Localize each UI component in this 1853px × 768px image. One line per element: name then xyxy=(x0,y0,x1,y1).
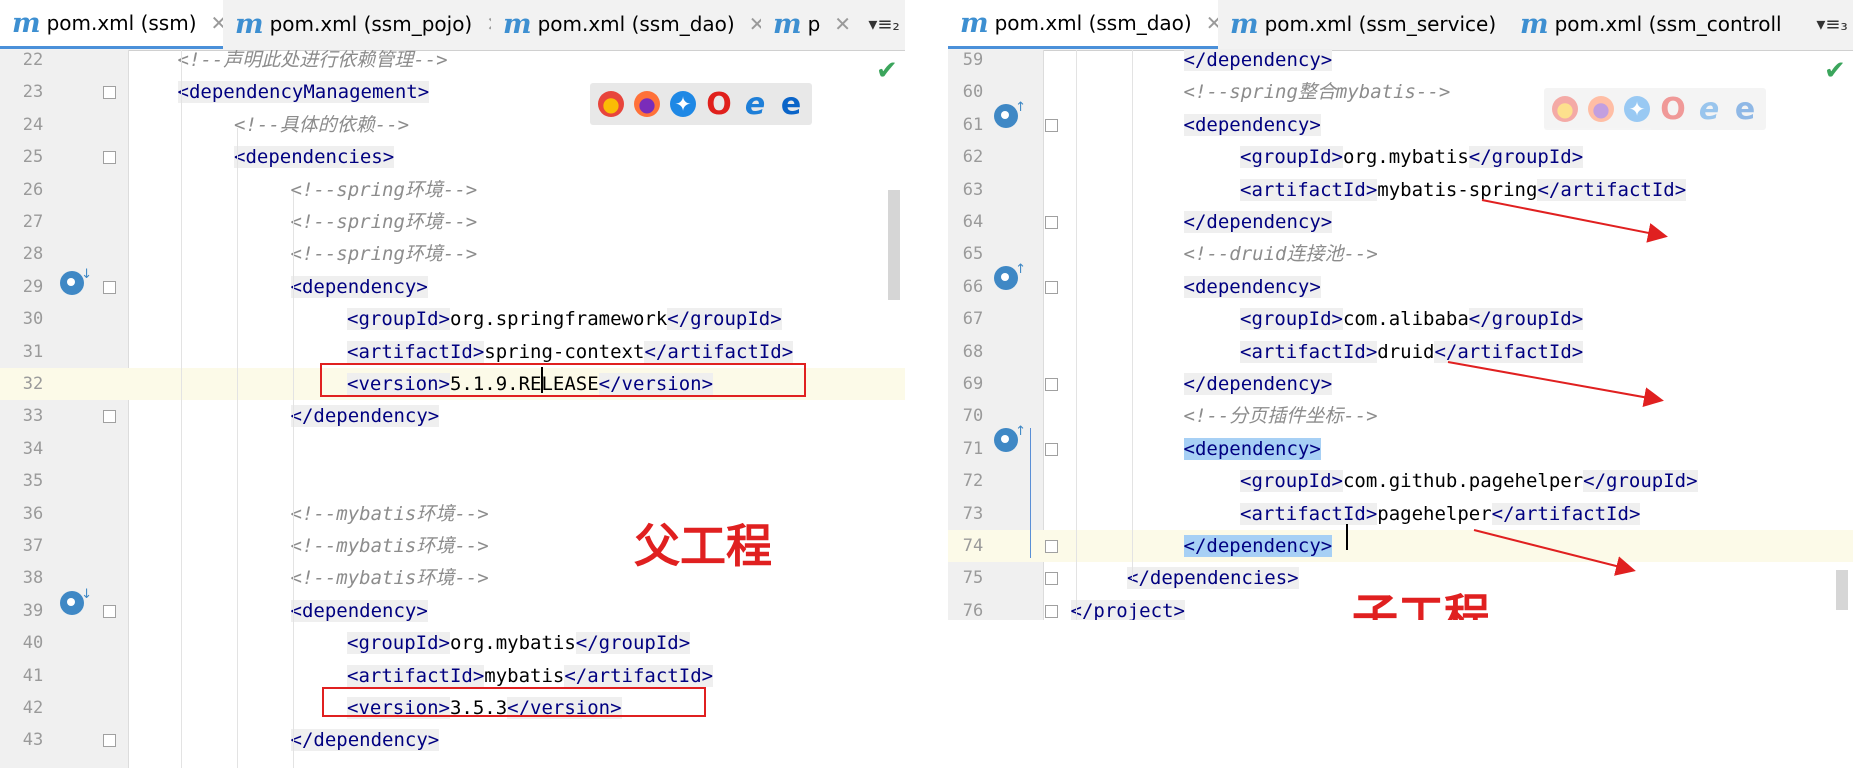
annotation-arrows xyxy=(1447,199,1668,576)
arrow-druid xyxy=(1447,361,1664,408)
arrow-mybatis-spring xyxy=(1481,199,1668,243)
arrow-pagehelper xyxy=(1473,529,1636,576)
